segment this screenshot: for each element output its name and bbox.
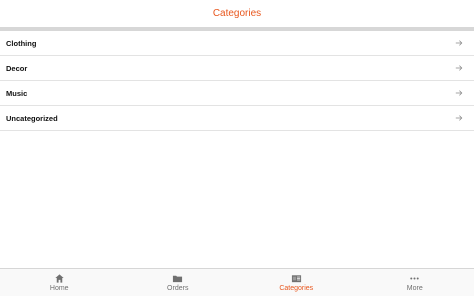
tab-label: Home xyxy=(49,285,69,292)
more-dots-icon xyxy=(409,273,420,284)
tab-orders[interactable]: Orders xyxy=(119,269,238,296)
app-screen: Categories Clothing Decor Music Uncatego… xyxy=(0,0,474,296)
page-title: Categories xyxy=(212,8,262,19)
category-label: Clothing xyxy=(6,38,37,48)
category-label: Decor xyxy=(6,63,28,73)
tab-label: More xyxy=(406,285,423,292)
category-label: Uncategorized xyxy=(6,113,58,123)
category-item-uncategorized[interactable]: Uncategorized xyxy=(0,106,474,131)
bottom-tab-bar: Home Orders Categories More xyxy=(0,268,474,296)
arrow-right-icon xyxy=(454,63,464,73)
categories-book-icon xyxy=(291,273,302,284)
category-item-clothing[interactable]: Clothing xyxy=(0,31,474,56)
arrow-right-icon xyxy=(454,88,464,98)
folder-icon xyxy=(172,273,183,284)
category-list: Clothing Decor Music Uncategorized xyxy=(0,31,474,131)
tab-more[interactable]: More xyxy=(356,269,474,296)
tab-label: Orders xyxy=(167,285,189,292)
category-item-music[interactable]: Music xyxy=(0,81,474,106)
header-bar: Categories xyxy=(0,0,474,27)
category-label: Music xyxy=(6,88,28,98)
home-icon xyxy=(54,273,65,284)
arrow-right-icon xyxy=(454,113,464,123)
tab-label: Categories xyxy=(279,285,314,292)
category-item-decor[interactable]: Decor xyxy=(0,56,474,81)
tab-categories[interactable]: Categories xyxy=(237,269,356,296)
arrow-right-icon xyxy=(454,38,464,48)
tab-home[interactable]: Home xyxy=(0,269,119,296)
